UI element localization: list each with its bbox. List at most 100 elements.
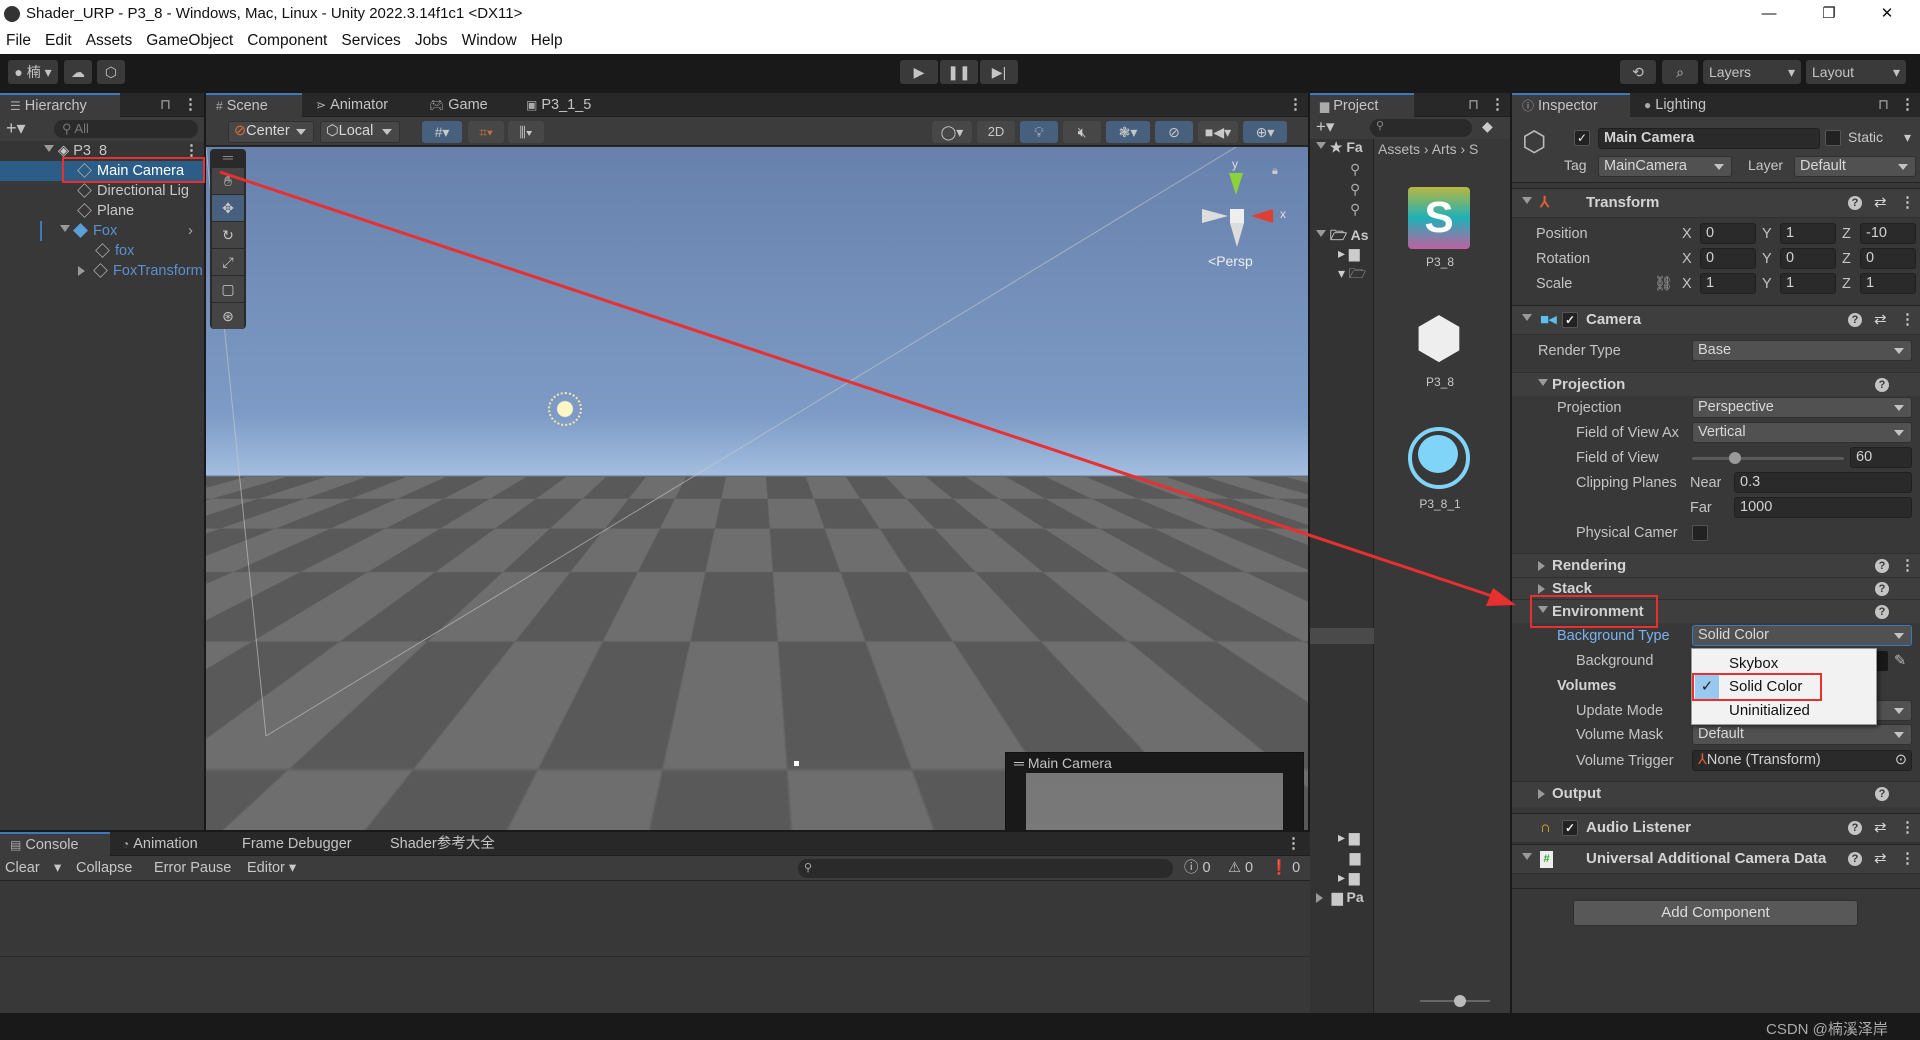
hierarchy-item-fox[interactable]: Fox › bbox=[0, 221, 204, 241]
tab-lighting[interactable]: ● Lighting bbox=[1634, 93, 1716, 117]
breadcrumb-item[interactable]: Assets bbox=[1378, 141, 1420, 157]
menu-jobs[interactable]: Jobs bbox=[415, 32, 448, 50]
asset-shader[interactable]: S P3_8 bbox=[1408, 187, 1472, 269]
folder-icon[interactable]: ▸ ▆ bbox=[1338, 869, 1360, 886]
move-tool-icon[interactable]: ✥ bbox=[212, 195, 244, 221]
more-icon[interactable]: ⋮ bbox=[183, 95, 198, 113]
maximize-button[interactable]: ❐ bbox=[1806, 0, 1852, 27]
gizmo-x-axis[interactable] bbox=[1244, 209, 1273, 223]
tab-scene[interactable]: # Scene bbox=[206, 93, 302, 117]
help-icon[interactable]: ? bbox=[1875, 559, 1889, 573]
persp-label[interactable]: <Persp bbox=[1208, 253, 1253, 269]
active-checkbox[interactable]: ✓ bbox=[1574, 130, 1590, 146]
folder-icon[interactable]: ▸ ▆ bbox=[1338, 245, 1360, 262]
tree-selected-row[interactable] bbox=[1310, 628, 1374, 644]
slider-thumb[interactable] bbox=[1454, 995, 1466, 1007]
help-icon[interactable]: ? bbox=[1875, 605, 1889, 619]
rect-tool-icon[interactable]: ▢ bbox=[212, 276, 244, 302]
clear-options-dropdown[interactable]: ▾ bbox=[54, 856, 61, 881]
lock-icon[interactable]: ⊓ bbox=[1468, 96, 1479, 113]
scale-z-input[interactable]: 1 bbox=[1860, 273, 1916, 294]
more-icon[interactable]: ⋮ bbox=[1286, 834, 1301, 852]
breadcrumb-item[interactable]: Arts bbox=[1432, 141, 1457, 157]
chevron-right-icon[interactable]: › bbox=[188, 221, 193, 241]
fov-slider-thumb[interactable] bbox=[1728, 452, 1741, 464]
services-button[interactable]: ⬡ bbox=[97, 60, 125, 84]
step-button[interactable]: ▶| bbox=[980, 60, 1018, 84]
hand-tool-icon[interactable]: ✋︎ bbox=[212, 168, 244, 194]
help-icon[interactable]: ? bbox=[1848, 821, 1862, 835]
log-toggle[interactable]: ⓘ 0 bbox=[1184, 856, 1211, 881]
hierarchy-item-foxtransform[interactable]: FoxTransform bbox=[0, 261, 204, 281]
rotation-x-input[interactable]: 0 bbox=[1700, 248, 1756, 269]
rotation-z-input[interactable]: 0 bbox=[1860, 248, 1916, 269]
history-button[interactable]: ⟲ bbox=[1620, 60, 1656, 84]
preset-icon[interactable]: ⇄ bbox=[1874, 814, 1887, 842]
chevron-down-icon[interactable]: ▾ bbox=[1904, 129, 1911, 146]
folder-icon[interactable]: ▸ ▆ bbox=[1338, 829, 1360, 846]
scale-y-input[interactable]: 1 bbox=[1780, 273, 1836, 294]
error-toggle[interactable]: ❗ 0 bbox=[1270, 856, 1300, 881]
pivot-rotation-dropdown[interactable]: ⬡Local bbox=[320, 121, 400, 143]
physical-camera-checkbox[interactable] bbox=[1692, 525, 1708, 541]
grid-snap-button[interactable]: #▾ bbox=[422, 121, 462, 143]
audio-listener-header[interactable]: ∩ ✓ Audio Listener ? ⇄ ⋮ bbox=[1512, 813, 1920, 843]
add-icon[interactable]: +▾ bbox=[6, 118, 26, 139]
camera-settings-button[interactable]: ■◀▾ bbox=[1198, 121, 1238, 143]
more-icon[interactable]: ⋮ bbox=[1288, 95, 1303, 113]
pause-button[interactable]: ❚❚ bbox=[940, 60, 978, 84]
position-y-input[interactable]: 1 bbox=[1780, 223, 1836, 244]
static-checkbox[interactable] bbox=[1825, 130, 1841, 146]
hierarchy-item-directional-light[interactable]: Directional Lig bbox=[0, 181, 204, 201]
more-icon[interactable]: ⋮ bbox=[1900, 554, 1915, 578]
audio-listener-checkbox[interactable]: ✓ bbox=[1562, 820, 1578, 836]
eyedropper-icon[interactable]: ✎ bbox=[1894, 649, 1906, 673]
menu-assets[interactable]: Assets bbox=[86, 32, 133, 50]
position-x-input[interactable]: 0 bbox=[1700, 223, 1756, 244]
menu-services[interactable]: Services bbox=[341, 32, 400, 50]
scale-x-input[interactable]: 1 bbox=[1700, 273, 1756, 294]
constrain-proportions-icon[interactable]: ⛓ bbox=[1654, 272, 1672, 296]
tab-console[interactable]: ▤ Console bbox=[0, 832, 110, 856]
more-icon[interactable]: ⋮ bbox=[1900, 95, 1915, 113]
cloud-button[interactable]: ☁ bbox=[64, 60, 92, 84]
directional-light-sun-icon[interactable] bbox=[548, 392, 582, 426]
error-pause-toggle[interactable]: Error Pause bbox=[154, 856, 231, 881]
render-type-dropdown[interactable]: Base bbox=[1692, 340, 1912, 361]
fov-slider[interactable] bbox=[1692, 452, 1844, 464]
uacd-header[interactable]: # Universal Additional Camera Data ? ⇄ ⋮ bbox=[1512, 844, 1920, 874]
more-icon[interactable]: ⋮ bbox=[1900, 189, 1915, 217]
help-icon[interactable]: ? bbox=[1875, 378, 1889, 392]
drag-handle-icon[interactable]: ═ bbox=[210, 149, 246, 167]
scale-tool-icon[interactable]: ⤢ bbox=[212, 249, 244, 275]
gameobject-icon[interactable]: ⬡ bbox=[1522, 125, 1546, 158]
asset-prefab[interactable]: ⬢ P3_8 bbox=[1408, 307, 1472, 390]
menu-gameobject[interactable]: GameObject bbox=[146, 32, 233, 50]
gizmos-toggle[interactable]: ⊕▾ bbox=[1243, 121, 1287, 143]
object-name-input[interactable]: Main Camera bbox=[1598, 128, 1820, 149]
menu-file[interactable]: File bbox=[6, 32, 31, 50]
account-button[interactable]: ● 楠 ▾ bbox=[8, 60, 58, 84]
menu-option-uninitialized[interactable]: Uninitialized bbox=[1692, 699, 1876, 722]
folder-icon[interactable]: ▆ bbox=[1338, 849, 1361, 866]
warning-toggle[interactable]: ⚠ 0 bbox=[1228, 856, 1253, 881]
hierarchy-item-fox-child[interactable]: fox bbox=[0, 241, 204, 261]
hierarchy-item-plane[interactable]: Plane bbox=[0, 201, 204, 221]
breadcrumb-item[interactable]: S bbox=[1469, 141, 1478, 157]
menu-option-skybox[interactable]: Skybox bbox=[1692, 652, 1876, 675]
tree-favorites[interactable]: ★ Fa bbox=[1316, 139, 1363, 156]
tab-inspector[interactable]: ⓘ Inspector bbox=[1512, 93, 1630, 117]
scene-viewport[interactable]: ═ ✋︎ ✥ ↻ ⤢ ▢ ⊛ y x 🔒︎ <Persp ═ Main Came… bbox=[206, 147, 1308, 830]
gizmo-neg-y-axis[interactable] bbox=[1230, 223, 1244, 254]
volume-trigger-field[interactable]: ⅄None (Transform) ⊙ bbox=[1692, 750, 1912, 771]
help-icon[interactable]: ? bbox=[1848, 196, 1862, 210]
hierarchy-search-input[interactable]: ⚲ All bbox=[54, 120, 198, 138]
search-icon[interactable]: ⚲ bbox=[1350, 201, 1360, 218]
transform-header[interactable]: ⅄ Transform ? ⇄ ⋮ bbox=[1512, 188, 1920, 218]
tab-animator[interactable]: ⋗ Animator bbox=[306, 93, 398, 117]
tree-packages[interactable]: ▆ Pa bbox=[1316, 889, 1364, 906]
volume-mask-dropdown[interactable]: Default bbox=[1692, 724, 1912, 745]
camera-enabled-checkbox[interactable]: ✓ bbox=[1562, 312, 1578, 328]
lighting-toggle[interactable]: 💡︎ bbox=[1020, 121, 1058, 143]
preset-icon[interactable]: ⇄ bbox=[1874, 306, 1887, 334]
